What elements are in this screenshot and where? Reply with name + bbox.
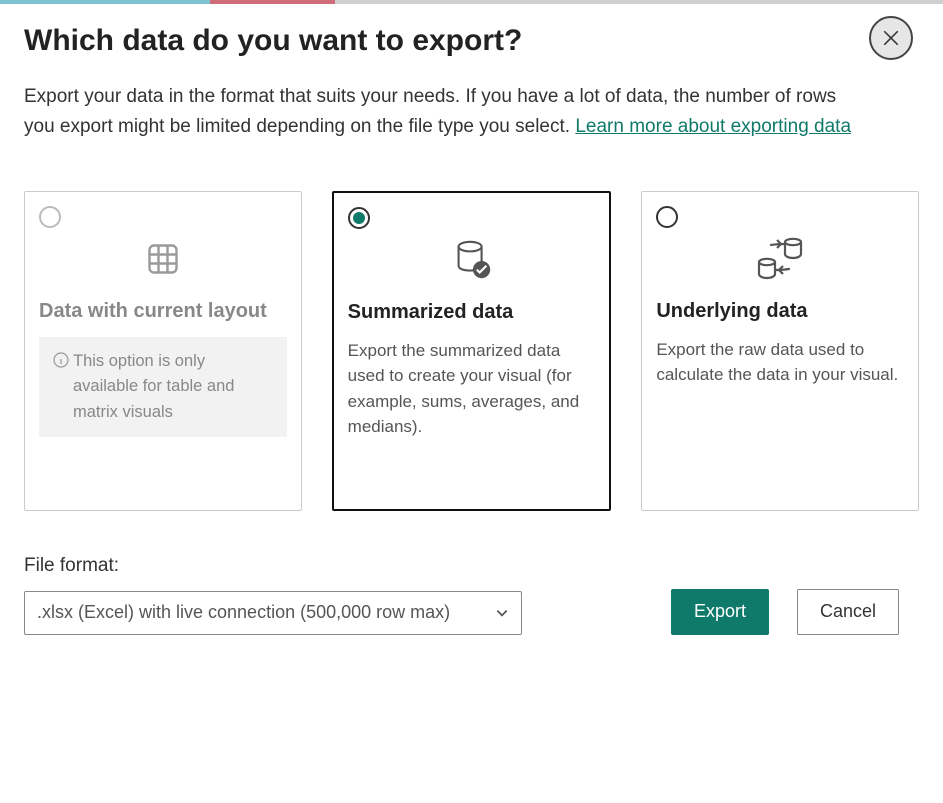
file-format-select[interactable]: .xlsx (Excel) with live connection (500,…	[24, 591, 522, 635]
file-format-label: File format:	[24, 555, 919, 577]
close-button[interactable]	[869, 16, 913, 60]
file-format-selected-value: .xlsx (Excel) with live connection (500,…	[37, 602, 450, 623]
dialog-title: Which data do you want to export?	[24, 24, 919, 58]
option-description: Export the summarized data used to creat…	[348, 338, 596, 440]
dialog-description: Export your data in the format that suit…	[24, 82, 864, 143]
export-button[interactable]: Export	[671, 589, 769, 635]
option-title: Summarized data	[348, 301, 596, 324]
table-layout-icon	[39, 236, 287, 282]
option-current-layout: Data with current layout This option is …	[24, 191, 302, 511]
radio-underlying-data[interactable]	[656, 206, 678, 228]
export-options: Data with current layout This option is …	[24, 191, 919, 511]
learn-more-link[interactable]: Learn more about exporting data	[575, 116, 851, 137]
close-icon	[882, 29, 900, 47]
radio-current-layout	[39, 206, 61, 228]
dialog-actions: Export Cancel	[671, 589, 899, 635]
radio-summarized-data[interactable]	[348, 207, 370, 229]
option-summarized-data[interactable]: Summarized data Export the summarized da…	[332, 191, 612, 511]
chevron-down-icon	[495, 606, 509, 620]
option-title: Underlying data	[656, 300, 904, 323]
option-disabled-info: This option is only available for table …	[39, 337, 287, 438]
info-icon	[53, 351, 69, 426]
option-description: Export the raw data used to calculate th…	[656, 337, 904, 388]
export-dialog: Which data do you want to export? Export…	[0, 4, 943, 659]
option-underlying-data[interactable]: Underlying data Export the raw data used…	[641, 191, 919, 511]
database-summary-icon	[348, 237, 596, 283]
option-title: Data with current layout	[39, 300, 287, 323]
cancel-button[interactable]: Cancel	[797, 589, 899, 635]
database-transfer-icon	[656, 236, 904, 282]
